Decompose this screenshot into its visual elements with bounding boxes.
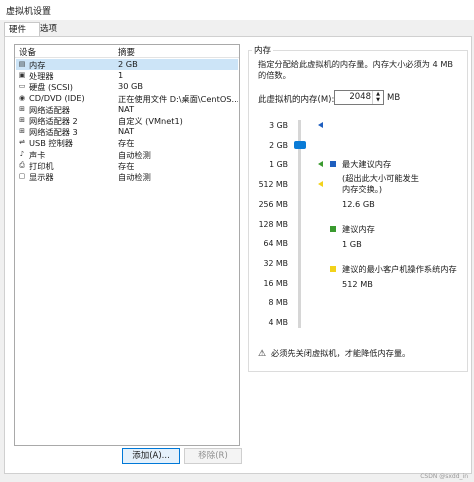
scale-label: 8 MB [268, 298, 288, 308]
max-legend-title: 最大建议内存 [342, 159, 392, 169]
warning-icon: ⚠ [258, 349, 267, 359]
scale-label: 16 MB [263, 278, 288, 288]
rec-legend-value: 1 GB [342, 239, 362, 249]
header-device: 设备 [19, 48, 37, 58]
device-row[interactable]: ⎙ 打印机 存在 [16, 160, 238, 171]
device-summary: 2 GB [118, 59, 138, 69]
device-row[interactable]: ⊞ 网络适配器 NAT [16, 104, 238, 115]
device-name: 网络适配器 3 [29, 127, 78, 138]
device-summary: 自动检测 [118, 149, 151, 160]
header-summary: 摘要 [118, 48, 136, 58]
memory-warning: ⚠ 必须先关闭虚拟机，才能降低内存量。 [258, 347, 410, 359]
disk-icon: ▭ [18, 82, 26, 91]
network-icon: ⊞ [19, 116, 25, 124]
rec-legend-title: 建议内存 [342, 224, 375, 234]
scale-label: 3 GB [269, 121, 288, 130]
min-legend-swatch [330, 266, 336, 272]
tab-options[interactable]: 选项 [36, 22, 64, 36]
device-row[interactable]: ▭ 硬盘 (SCSI) 30 GB [16, 81, 238, 92]
scale-label: 512 MB [258, 180, 288, 190]
network-icon: ⊞ [19, 127, 25, 136]
max-legend-swatch [330, 161, 336, 167]
title-bar: 虚拟机设置 [0, 0, 474, 20]
device-summary: 存在 [118, 160, 135, 171]
max-legend-value: 12.6 GB [342, 199, 375, 209]
max-recommended-marker [318, 122, 323, 128]
recommended-marker [318, 161, 323, 167]
memory-icon: ▤ [18, 60, 26, 68]
rec-legend-swatch [330, 226, 336, 232]
tab-hardware[interactable]: 硬件 [4, 22, 40, 37]
device-summary: 正在使用文件 D:\桌面\CentOS... [118, 93, 238, 104]
scale-label: 128 MB [258, 219, 288, 229]
memory-value: 2048 [349, 92, 371, 102]
device-row[interactable]: ⊞ 网络适配器 3 NAT [16, 126, 238, 137]
scale-label: 2 GB [269, 140, 288, 150]
minimum-marker [318, 181, 323, 187]
device-name: CD/DVD (IDE) [29, 92, 85, 103]
memory-spinbox[interactable]: 2048 ▲ ▼ [334, 90, 384, 105]
memory-slider-thumb[interactable] [294, 141, 306, 149]
scale-label: 1 GB [269, 160, 288, 170]
device-name: USB 控制器 [29, 138, 73, 149]
window-title: 虚拟机设置 [6, 7, 52, 17]
max-legend-note: (超出此大小可能发生内存交换。) [342, 173, 419, 194]
scale-label: 64 MB [263, 239, 288, 249]
memory-group-title: 内存 [252, 44, 274, 56]
device-name: 网络适配器 [29, 104, 70, 115]
device-summary: 1 [118, 70, 124, 81]
cpu-icon: ▣ [18, 71, 26, 80]
device-summary: NAT [118, 126, 135, 137]
cdrom-icon: ◉ [18, 93, 26, 102]
scale-label: 256 MB [258, 199, 288, 209]
device-summary: 存在 [118, 138, 135, 149]
min-legend-value: 512 MB [342, 279, 373, 289]
add-button[interactable]: 添加(A)... [122, 448, 180, 464]
device-row[interactable]: ▤ 内存 2 GB [16, 59, 238, 70]
network-icon: ⊞ [19, 104, 25, 113]
device-row[interactable]: ⊞ 网络适配器 2 自定义 (VMnet1) [16, 115, 238, 126]
device-summary: 自定义 (VMnet1) [118, 116, 183, 126]
device-list[interactable]: 设备 摘要 ▤ 内存 2 GB ▣ 处理器 1 ▭ 硬盘 (SCSI) 30 GB ◉ CD/DVD… [14, 44, 240, 446]
device-name: 处理器 [29, 71, 54, 82]
memory-description: 指定分配给此虚拟机的内存量。内存大小必须为 4 MB 的倍数。 [258, 59, 454, 80]
display-icon: ▢ [18, 172, 26, 180]
device-row[interactable]: ⇌ USB 控制器 存在 [16, 137, 238, 148]
usb-icon: ⇌ [19, 138, 25, 147]
memory-unit: MB [387, 93, 401, 103]
remove-button[interactable]: 移除(R) [184, 448, 242, 464]
device-row[interactable]: ◉ CD/DVD (IDE) 正在使用文件 D:\桌面\CentOS... [16, 93, 238, 104]
device-name: 网络适配器 2 [29, 116, 78, 126]
device-name: 硬盘 (SCSI) [29, 82, 73, 93]
scale-label: 4 MB [268, 318, 288, 327]
device-row[interactable]: ▣ 处理器 1 [16, 70, 238, 81]
device-list-header: 设备 摘要 [15, 45, 239, 58]
memory-slider-track[interactable] [298, 120, 301, 328]
sound-icon: ♪ [19, 149, 25, 158]
device-summary: NAT [118, 103, 135, 114]
device-row[interactable]: ♪ 声卡 自动检测 [16, 149, 238, 160]
device-summary: 30 GB [118, 81, 143, 92]
printer-icon: ⎙ [19, 160, 25, 169]
spin-arrows[interactable]: ▲ ▼ [372, 91, 383, 104]
device-row[interactable]: ▢ 显示器 自动检测 [16, 171, 238, 182]
device-name: 声卡 [29, 149, 46, 160]
scale-label: 32 MB [263, 258, 288, 268]
device-name: 打印机 [29, 160, 54, 171]
min-legend-title: 建议的最小客户机操作系统内存 [342, 264, 457, 274]
watermark: CSDN @sxdd_in [420, 473, 468, 480]
device-name: 内存 [29, 60, 46, 70]
device-name: 显示器 [29, 172, 54, 182]
warning-text: 必须先关闭虚拟机，才能降低内存量。 [271, 348, 411, 358]
device-summary: 自动检测 [118, 172, 151, 182]
memory-field-label: 此虚拟机的内存(M): [258, 95, 335, 105]
